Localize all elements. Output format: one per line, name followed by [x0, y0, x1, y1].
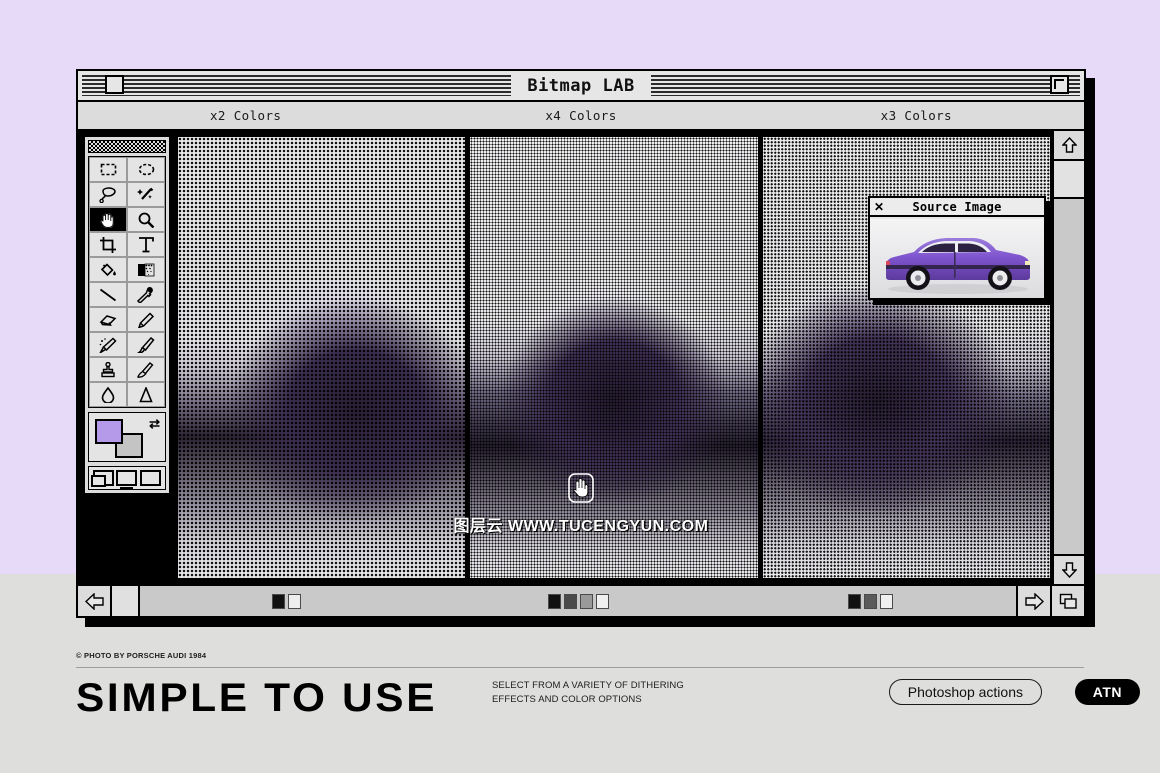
source-window-title: Source Image: [912, 199, 1002, 214]
marquee-ellipse-tool[interactable]: [127, 157, 165, 182]
dodge-tool[interactable]: [127, 382, 165, 407]
source-image-canvas: [870, 219, 1044, 298]
window-title: Bitmap LAB: [511, 75, 651, 96]
column-label-1: x2 Colors: [209, 108, 282, 123]
photoshop-actions-pill[interactable]: Photoshop actions: [888, 679, 1042, 705]
tool-palette-container: ⇄: [78, 131, 176, 584]
standard-screen-mode-button[interactable]: [91, 470, 115, 487]
close-box[interactable]: [105, 75, 124, 94]
tool-palette: ⇄: [83, 135, 171, 495]
full-screen-menubar-mode-button[interactable]: [116, 470, 138, 490]
column-label-2: x4 Colors: [545, 108, 617, 123]
pencil-tool[interactable]: [127, 307, 165, 332]
scrollbar-thumb[interactable]: [1054, 161, 1084, 199]
paint-bucket-tool[interactable]: [89, 257, 127, 282]
swap-colors-icon[interactable]: ⇄: [149, 417, 160, 430]
window-title-bar[interactable]: Bitmap LAB: [78, 71, 1084, 102]
source-window-close-icon[interactable]: ✕: [874, 201, 888, 213]
atn-pill[interactable]: ATN: [1074, 679, 1140, 705]
footer-divider: [76, 667, 1084, 668]
hand-tool[interactable]: [89, 207, 127, 232]
tool-grid: [88, 156, 166, 408]
title-bar-stripes-left: [82, 75, 512, 96]
photo-credit: © PHOTO BY PORSCHE AUDI 1984: [76, 651, 207, 660]
line-tool[interactable]: [89, 282, 127, 307]
image-panel-x4[interactable]: [467, 135, 760, 580]
scroll-up-button[interactable]: [1054, 131, 1084, 161]
stamp-tool[interactable]: [89, 357, 127, 382]
source-image-window[interactable]: ✕ Source Image: [868, 196, 1046, 300]
paintbrush-tool[interactable]: [127, 332, 165, 357]
smudge-tool[interactable]: [127, 357, 165, 382]
lasso-tool[interactable]: [89, 182, 127, 207]
footer-section: © PHOTO BY PORSCHE AUDI 1984 SIMPLE TO U…: [0, 574, 1160, 773]
column-header-bar: x2 Colors x4 Colors x3 Colors: [78, 102, 1084, 131]
eraser-tool[interactable]: [89, 307, 127, 332]
title-bar-stripes-right: [650, 75, 1081, 96]
source-window-title-bar[interactable]: ✕ Source Image: [870, 198, 1044, 217]
halftone-overlay-x4: [470, 137, 758, 578]
column-label-3: x3 Colors: [880, 108, 952, 123]
magic-wand-tool[interactable]: [127, 182, 165, 207]
sub-copy: SELECT FROM A VARIETY OF DITHERING EFFEC…: [492, 680, 684, 705]
canvas-area: ⇄ ✕ Source Image 图层云 WWW.TUCENGYUN.COM: [78, 131, 1084, 584]
image-panel-x2[interactable]: [176, 135, 468, 580]
airbrush-tool[interactable]: [89, 332, 127, 357]
bitmap-lab-window: Bitmap LAB x2 Colors x4 Colors x3 Colors: [76, 69, 1086, 618]
zoom-box[interactable]: [1050, 75, 1069, 94]
scrollbar-track[interactable]: [1054, 199, 1084, 554]
eyedropper-tool[interactable]: [127, 282, 165, 307]
full-screen-mode-button[interactable]: [139, 470, 161, 486]
zoom-tool[interactable]: [127, 207, 165, 232]
headline: SIMPLE TO USE: [76, 676, 438, 720]
type-tool[interactable]: [127, 232, 165, 257]
palette-drag-grip[interactable]: [88, 140, 166, 153]
source-car-illustration: [870, 219, 1044, 298]
crop-tool[interactable]: [89, 232, 127, 257]
foreground-color-swatch[interactable]: [95, 419, 123, 444]
blur-tool[interactable]: [89, 382, 127, 407]
vertical-scrollbar[interactable]: [1052, 131, 1084, 584]
color-swatches[interactable]: ⇄: [88, 412, 166, 462]
screen-mode-buttons: [88, 466, 166, 490]
marquee-rect-tool[interactable]: [89, 157, 127, 182]
gradient-tool[interactable]: [127, 257, 165, 282]
halftone-overlay-x2: [178, 137, 466, 578]
